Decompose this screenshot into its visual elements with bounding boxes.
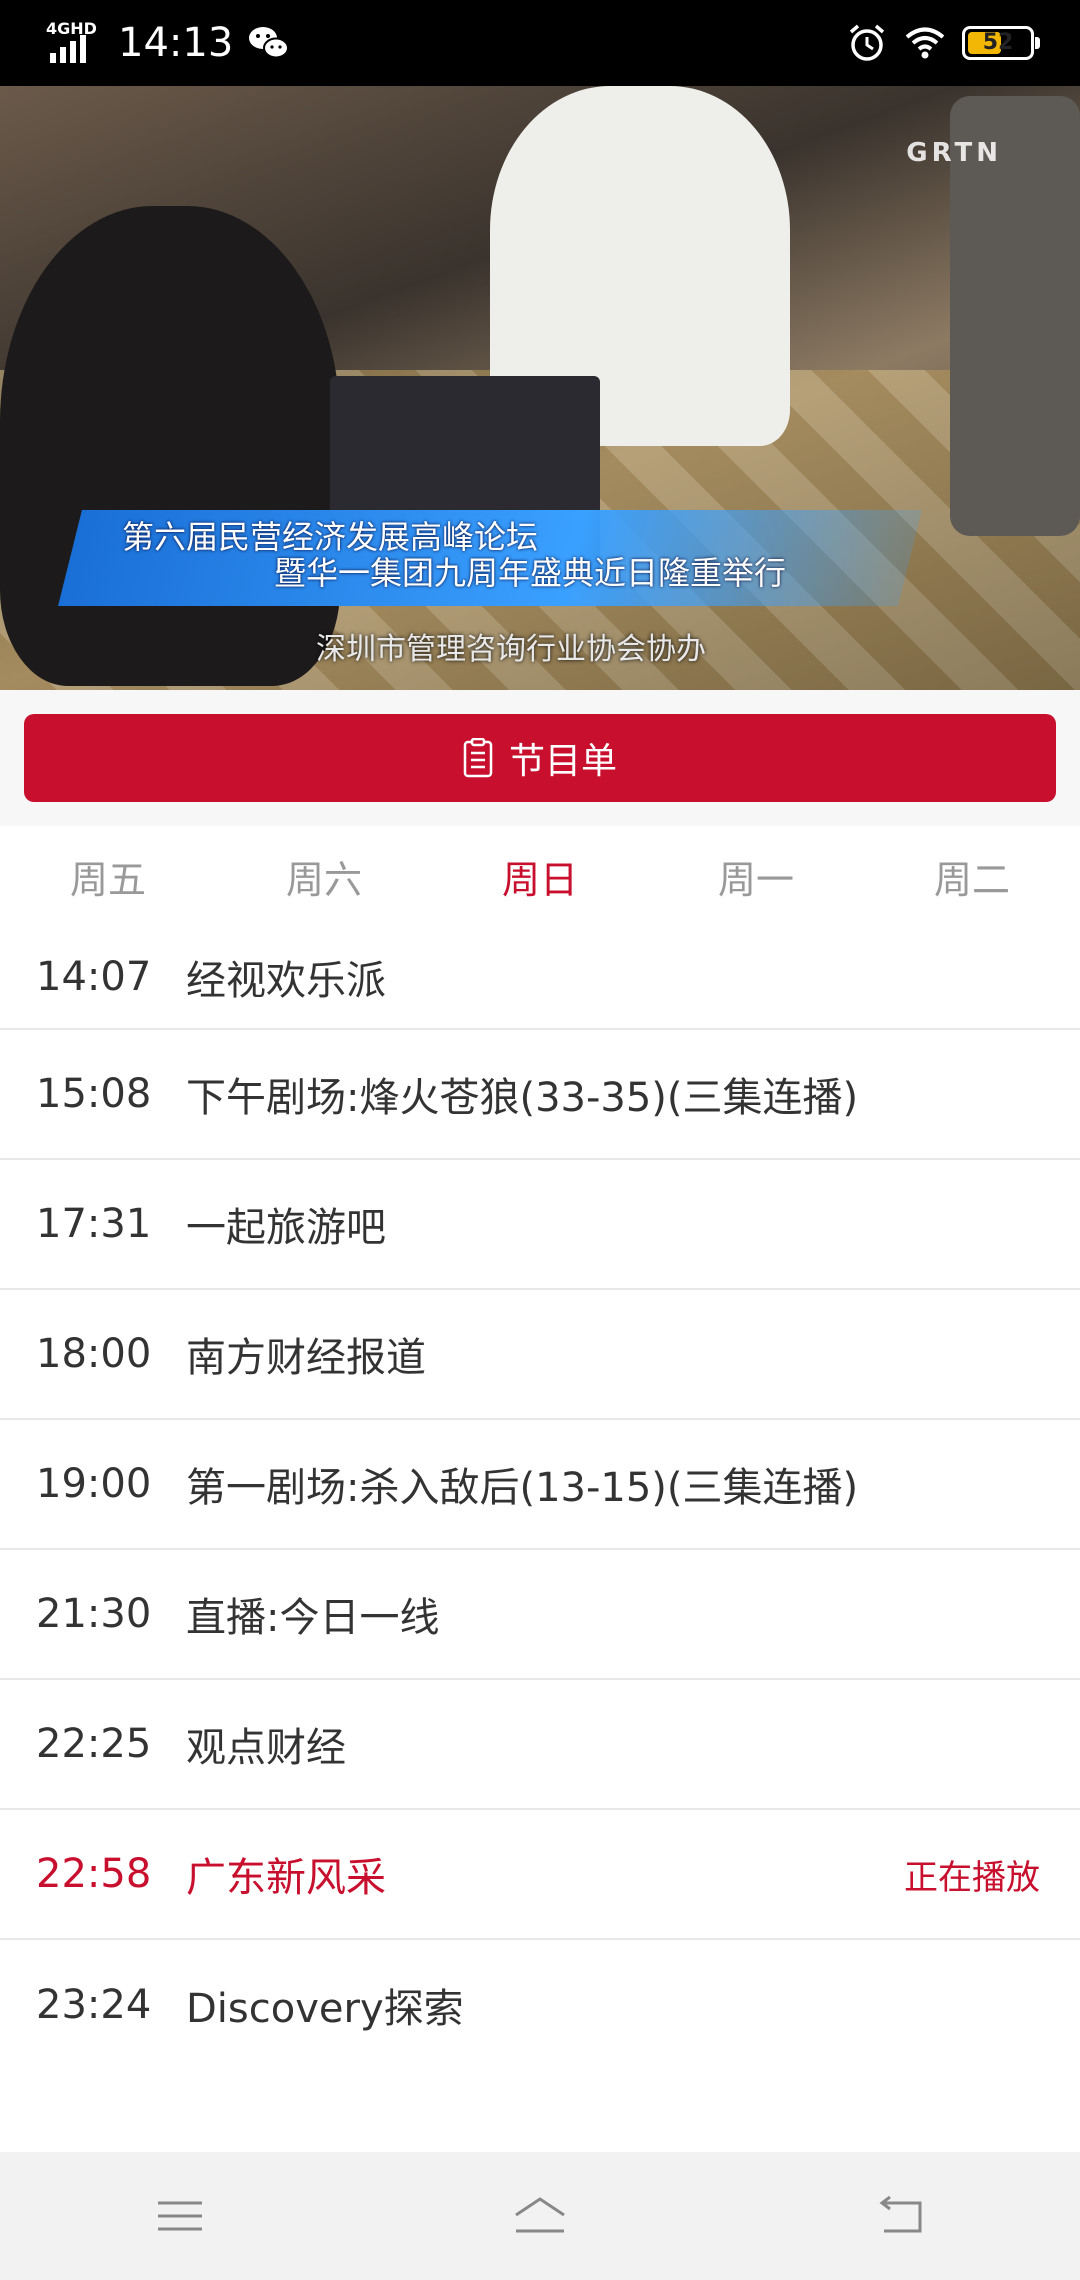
status-right: 52	[846, 22, 1040, 64]
list-item[interactable]: 15:08 下午剧场:烽火苍狼(33-35)(三集连播)	[0, 1030, 1080, 1160]
tab-monday[interactable]: 周一	[648, 826, 864, 926]
list-item-now-playing[interactable]: 22:58 广东新风采 正在播放	[0, 1810, 1080, 1940]
program-time: 21:30	[36, 1591, 152, 1637]
tab-tuesday[interactable]: 周二	[864, 826, 1080, 926]
tab-sunday[interactable]: 周日	[432, 826, 648, 926]
program-time: 15:08	[36, 1071, 152, 1117]
program-time: 19:00	[36, 1461, 152, 1507]
video-scene	[0, 206, 340, 686]
program-title: 第一剧场:杀入敌后(13-15)(三集连播)	[186, 1465, 859, 1511]
battery-icon: 52	[962, 26, 1040, 60]
program-time: 14:07	[36, 954, 152, 1000]
program-time: 18:00	[36, 1331, 152, 1377]
wechat-icon	[249, 27, 290, 59]
program-title: 南方财经报道	[186, 1335, 426, 1381]
program-time: 22:25	[36, 1721, 152, 1767]
status-left: 4GHD 14:13	[46, 19, 291, 66]
day-tabs: 周五 周六 周日 周一 周二	[0, 826, 1080, 926]
program-title: 一起旅游吧	[186, 1205, 386, 1251]
program-title: Discovery探索	[186, 1986, 464, 2032]
list-item[interactable]: 22:25 观点财经	[0, 1680, 1080, 1810]
program-title: 经视欢乐派	[186, 958, 386, 1004]
back-button[interactable]	[840, 2176, 960, 2256]
program-button-area: 节目单	[0, 690, 1080, 826]
program-time: 22:58	[36, 1851, 152, 1897]
menu-button[interactable]	[120, 2176, 240, 2256]
program-title: 观点财经	[186, 1725, 346, 1771]
schedule-list: 14:07 经视欢乐派 15:08 下午剧场:烽火苍狼(33-35)(三集连播)…	[0, 926, 1080, 2070]
alarm-icon	[849, 24, 885, 61]
video-player[interactable]: 第六届民营经济发展高峰论坛 暨华一集团九周年盛典近日隆重举行 深圳市管理咨询行业…	[0, 86, 1080, 690]
tab-saturday[interactable]: 周六	[216, 826, 432, 926]
program-time: 17:31	[36, 1201, 152, 1247]
tab-friday[interactable]: 周五	[0, 826, 216, 926]
system-nav-bar	[0, 2152, 1080, 2280]
back-icon	[879, 2195, 922, 2233]
program-title: 直播:今日一线	[186, 1595, 440, 1641]
status-time: 14:13	[118, 20, 234, 66]
video-caption: 暨华一集团九周年盛典近日隆重举行	[274, 554, 787, 592]
home-button[interactable]	[480, 2176, 600, 2256]
list-item[interactable]: 23:24 Discovery探索	[0, 1940, 1080, 2070]
status-bar: 4GHD 14:13 52	[0, 0, 1080, 86]
list-item[interactable]: 14:07 经视欢乐派	[0, 926, 1080, 1030]
list-item[interactable]: 21:30 直播:今日一线	[0, 1550, 1080, 1680]
program-title: 下午剧场:烽火苍狼(33-35)(三集连播)	[186, 1075, 859, 1121]
list-item[interactable]: 19:00 第一剧场:杀入敌后(13-15)(三集连播)	[0, 1420, 1080, 1550]
home-icon	[515, 2197, 565, 2233]
program-time: 23:24	[36, 1982, 152, 2028]
list-item[interactable]: 18:00 南方财经报道	[0, 1290, 1080, 1420]
list-icon	[463, 738, 493, 778]
program-list-label: 节目单	[508, 741, 617, 782]
battery-level: 52	[982, 30, 1014, 55]
list-item[interactable]: 17:31 一起旅游吧	[0, 1160, 1080, 1290]
channel-watermark: GRTN	[906, 138, 1002, 168]
video-caption: 深圳市管理咨询行业协会协办	[316, 632, 706, 667]
menu-icon	[158, 2201, 202, 2231]
program-list-button[interactable]: 节目单	[24, 714, 1056, 802]
signal-icon: 4GHD	[46, 19, 104, 65]
now-playing-badge: 正在播放	[904, 1857, 1040, 1898]
wifi-icon	[905, 27, 945, 59]
